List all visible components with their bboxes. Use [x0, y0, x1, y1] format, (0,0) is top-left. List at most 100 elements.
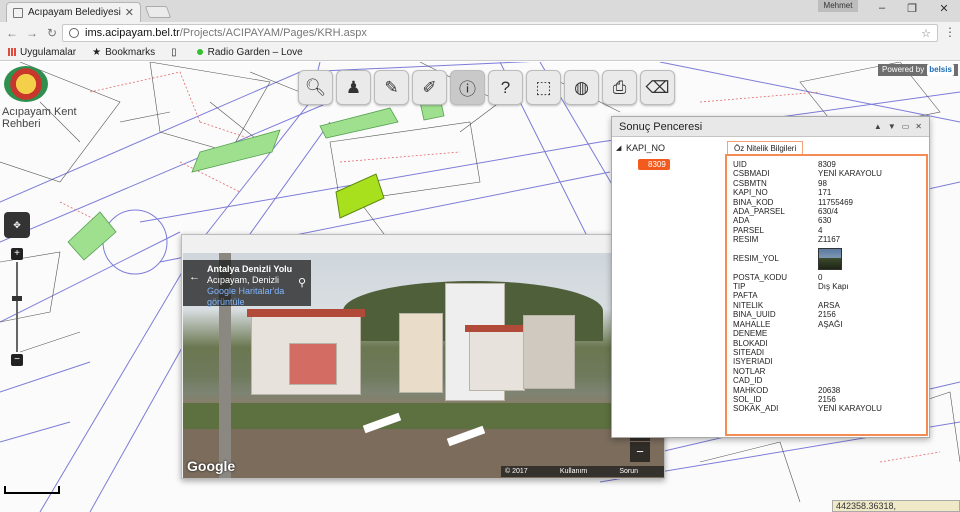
- tab-title: Acıpayam Belediyesi | Ac: [28, 7, 122, 18]
- powered-by-badge: Powered by belsis: [878, 64, 958, 76]
- close-tab-icon[interactable]: ✕: [125, 6, 134, 19]
- star-icon: ★: [92, 46, 102, 58]
- map-toolbar: 🔍︎ ♟︎ ✎ ✐ ⓘ ? ⬚ ◍ ⎙ ⌫: [298, 70, 675, 105]
- attribute-key: BINA_UUID: [733, 310, 776, 320]
- terms-link[interactable]: Kullanım Şartları: [560, 466, 611, 477]
- attribute-row: MAHKOD 20638: [733, 386, 920, 395]
- powered-by-brand: belsis: [927, 64, 954, 76]
- map-pin-icon[interactable]: ⚲: [293, 260, 311, 306]
- building-roof: [247, 309, 365, 317]
- tree-caret-icon[interactable]: ◢: [616, 144, 626, 152]
- attribute-row: SOL_ID 2156: [733, 395, 920, 404]
- org-name-line1: Acıpayam Kent: [2, 106, 77, 118]
- clear-icon[interactable]: ⌫: [640, 70, 675, 105]
- maximize-icon[interactable]: ▭: [902, 122, 910, 131]
- attribute-panel: Öz Nitelik Bilgileri UID 8309 CSBMADI YENİ …: [725, 141, 929, 437]
- street-view-panorama[interactable]: ← Antalya Denizli Yolu Acıpayam, Denizli…: [183, 253, 664, 478]
- profile-name[interactable]: Mehmet: [818, 0, 858, 12]
- zoom-track[interactable]: [16, 262, 18, 352]
- google-maps-link[interactable]: Google Haritalar'da görüntüle: [207, 286, 305, 308]
- attribute-value: ARSA: [818, 300, 840, 310]
- info-icon[interactable]: ⓘ: [450, 70, 485, 105]
- attribute-row: BINA_KOD 11755469: [733, 198, 920, 207]
- edit-icon[interactable]: ✐: [412, 70, 447, 105]
- globe-icon[interactable]: ◍: [564, 70, 599, 105]
- new-tab-button[interactable]: [144, 6, 172, 18]
- attribute-row: ADA 630: [733, 216, 920, 225]
- attribute-row: PAFTA: [733, 291, 920, 300]
- attribute-row: PARSEL 4: [733, 226, 920, 235]
- tab-attributes[interactable]: Öz Nitelik Bilgileri: [727, 141, 804, 155]
- municipality-logo: [4, 66, 48, 102]
- forward-icon[interactable]: →: [24, 26, 40, 40]
- query-icon[interactable]: ?: [488, 70, 523, 105]
- attribute-key: DENEME: [733, 329, 768, 339]
- tab-strip: Acıpayam Belediyesi | Ac ✕ Mehmet – ❐ ✕: [0, 0, 960, 22]
- back-arrow-icon[interactable]: ←: [189, 272, 200, 283]
- tree-node[interactable]: ◢ KAPI_NO: [616, 143, 720, 153]
- photo-thumbnail[interactable]: [818, 247, 842, 270]
- collapse-icon[interactable]: ▲: [874, 122, 882, 131]
- radio-garden-icon: [196, 49, 203, 55]
- bookmark-apps[interactable]: Uygulamalar: [8, 47, 76, 58]
- browser-tab[interactable]: Acıpayam Belediyesi | Ac ✕: [6, 2, 141, 22]
- copyright-text: © 2017 Google: [505, 468, 528, 475]
- attribute-key: POSTA_KODU: [733, 272, 788, 282]
- restore-icon[interactable]: ❐: [902, 2, 922, 15]
- attribute-row: RESIM_YOL: [733, 245, 920, 273]
- result-window-titlebar[interactable]: Sonuç Penceresi ▲ ▼ ▭ ✕: [612, 117, 929, 137]
- building: [399, 313, 443, 393]
- pan-control-icon[interactable]: ✥: [4, 212, 30, 238]
- bookmark-page[interactable]: ▯: [171, 47, 181, 58]
- org-name-line2: Rehberi: [2, 118, 41, 130]
- attribute-value: Z1167: [818, 235, 841, 245]
- attribute-value: [818, 291, 920, 300]
- person-icon[interactable]: ♟︎: [336, 70, 371, 105]
- attribute-key: TIP: [733, 282, 746, 292]
- bookmark-radio-garden[interactable]: Radio Garden – Love: [196, 47, 303, 58]
- bookmark-star-icon[interactable]: ☆: [921, 27, 931, 40]
- zoom-handle[interactable]: [12, 296, 22, 301]
- address-bar[interactable]: ims.acipayam.bel.tr/Projects/ACIPAYAM/Pa…: [62, 24, 938, 42]
- select-icon[interactable]: ⬚: [526, 70, 561, 105]
- attribute-key: ISYERIADI: [733, 357, 773, 367]
- bookmark-folder[interactable]: ★ Bookmarks: [92, 47, 155, 58]
- coordinate-readout: 442358.36318, 4145383.20554: [832, 500, 960, 512]
- back-icon[interactable]: ←: [4, 26, 20, 40]
- minimize-icon[interactable]: –: [872, 2, 892, 14]
- attribute-row: SITEADI: [733, 348, 920, 357]
- attribute-key: SOKAK_ADI: [733, 404, 779, 414]
- url-host: ims.acipayam.bel.tr: [85, 27, 180, 39]
- menu-icon[interactable]: ⋮: [944, 25, 956, 39]
- attribute-key: SOL_ID: [733, 394, 762, 404]
- attribute-row: CSBMADI YENİ KARAYOLU: [733, 169, 920, 178]
- attribute-key: SITEADI: [733, 347, 765, 357]
- tree-leaf-badge[interactable]: 8309: [638, 159, 670, 170]
- attribute-row: BLOKADI: [733, 339, 920, 348]
- building: [289, 343, 337, 385]
- close-icon[interactable]: ✕: [915, 122, 922, 131]
- building: [469, 329, 525, 391]
- zoom-slider[interactable]: + −: [11, 248, 23, 366]
- building: [523, 315, 575, 389]
- search-icon[interactable]: 🔍︎: [298, 70, 333, 105]
- attribute-value: 11755469: [818, 197, 853, 207]
- zoom-out-icon[interactable]: −: [11, 354, 23, 366]
- info-lock-icon[interactable]: [69, 28, 79, 38]
- close-window-icon[interactable]: ✕: [934, 2, 954, 15]
- print-icon[interactable]: ⎙: [602, 70, 637, 105]
- zoom-out-icon[interactable]: −: [630, 442, 650, 462]
- attribute-value: YENİ KARAYOLU: [818, 404, 882, 414]
- zoom-in-icon[interactable]: +: [11, 248, 23, 260]
- attribute-value: [818, 376, 920, 385]
- measure-icon[interactable]: ✎: [374, 70, 409, 105]
- attribute-key: ADA_PARSEL: [733, 207, 785, 217]
- google-logo: Google: [187, 458, 236, 474]
- page-favicon-icon: [13, 7, 23, 18]
- attribute-row: NOTLAR: [733, 367, 920, 376]
- attribute-row: ADA_PARSEL 630/4: [733, 207, 920, 216]
- reload-icon[interactable]: ↻: [44, 26, 60, 40]
- page-icon: ▯: [171, 46, 177, 58]
- expand-icon[interactable]: ▼: [888, 122, 896, 131]
- report-link[interactable]: Sorun bildirin: [619, 466, 660, 477]
